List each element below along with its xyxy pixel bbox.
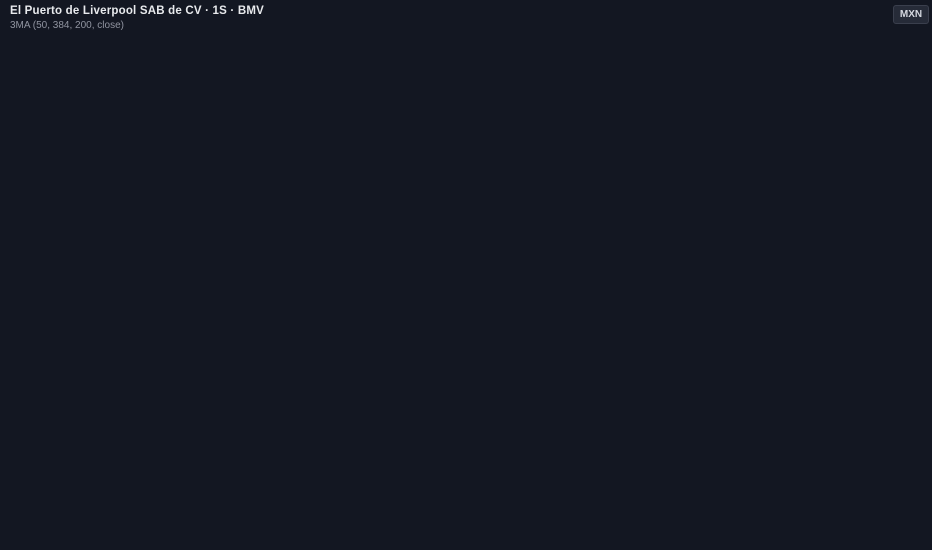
currency-toggle-button[interactable]: MXN: [893, 5, 929, 24]
chart-window: El Puerto de Liverpool SAB de CV · 1S · …: [0, 0, 932, 550]
indicator-label: 3MA (50, 384, 200, close): [10, 20, 124, 31]
symbol-title: El Puerto de Liverpool SAB de CV · 1S · …: [10, 5, 264, 17]
chart-legend: El Puerto de Liverpool SAB de CV · 1S · …: [10, 5, 264, 31]
